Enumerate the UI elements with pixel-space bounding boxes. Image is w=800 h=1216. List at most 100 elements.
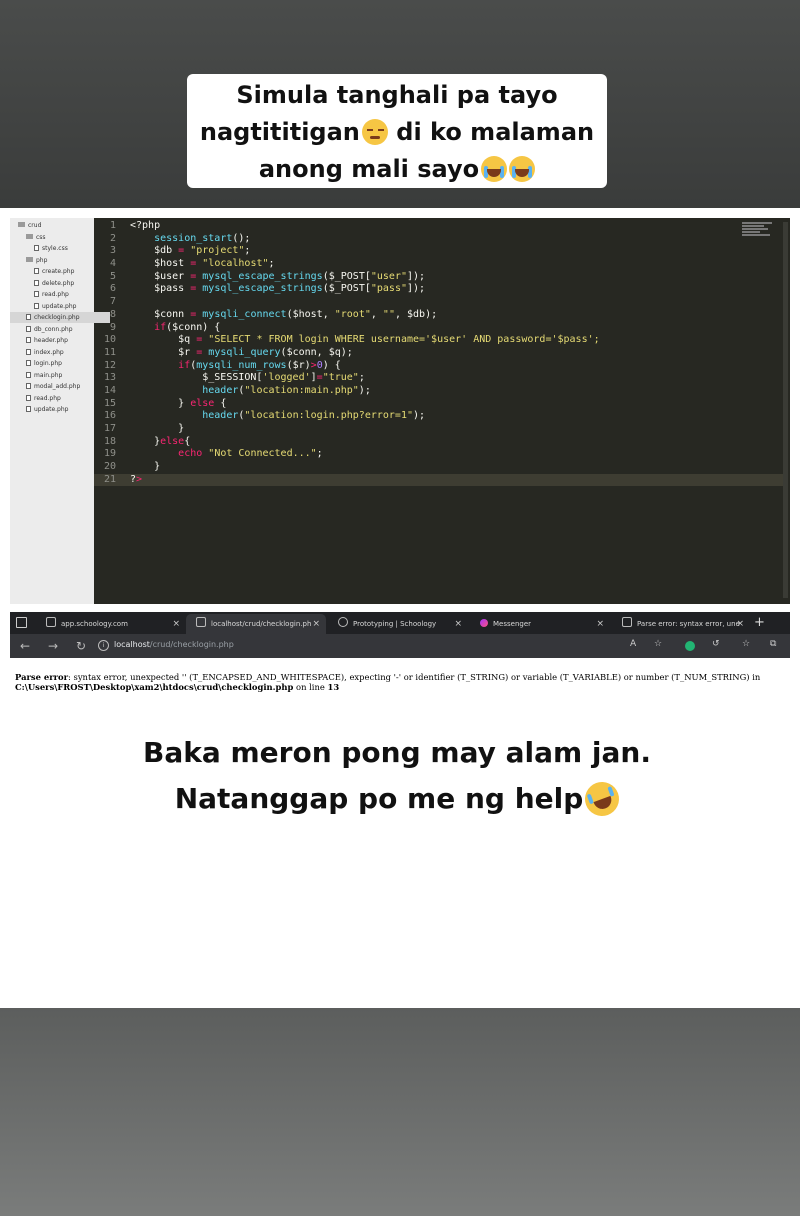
code-text: } bbox=[130, 461, 161, 473]
code-line[interactable]: 4 $host = "localhost"; bbox=[94, 258, 784, 271]
error-text: : syntax error, unexpected '' (T_ENCAPSE… bbox=[68, 672, 761, 682]
code-line[interactable]: 17 } bbox=[94, 423, 784, 436]
code-line[interactable]: 5 $user = mysql_escape_strings($_POST["u… bbox=[94, 271, 784, 284]
tree-item-label: php bbox=[36, 256, 48, 264]
tree-item-label: crud bbox=[28, 222, 42, 229]
line-number: 15 bbox=[103, 397, 116, 409]
editor-scrollbar[interactable] bbox=[783, 222, 788, 598]
code-text: } bbox=[130, 423, 185, 434]
code-text: $conn = mysqli_connect($host, "root", ""… bbox=[130, 308, 438, 320]
line-number: 9 bbox=[109, 321, 116, 333]
extension-icon[interactable] bbox=[685, 641, 695, 651]
close-tab-icon[interactable]: × bbox=[172, 614, 180, 634]
line-number: 16 bbox=[103, 410, 116, 422]
browser-window: app.schoology.com × localhost/crud/checklo… bbox=[10, 612, 790, 658]
code-line[interactable]: 11 $r = mysqli_query($conn, $q); bbox=[94, 347, 784, 360]
search-icon bbox=[622, 617, 632, 627]
tree-item-label: header.php bbox=[34, 337, 68, 344]
line-number: 8 bbox=[109, 308, 116, 320]
caption-top-line2-b: di ko malaman bbox=[387, 118, 595, 146]
minimap[interactable] bbox=[742, 222, 776, 244]
error-path: C:\Users\FROST\Desktop\xam2\htdocs\crud\… bbox=[15, 682, 294, 692]
favorite-add-icon[interactable]: ☆ bbox=[654, 639, 662, 649]
code-line[interactable]: 12 if(mysqli_num_rows($r)>0) { bbox=[94, 360, 784, 373]
tab-label: Parse error: syntax error, une bbox=[637, 620, 740, 628]
back-icon[interactable]: ← bbox=[20, 638, 30, 654]
file-icon bbox=[34, 268, 39, 274]
code-text: $host = "localhost"; bbox=[130, 258, 275, 270]
line-number: 5 bbox=[109, 270, 116, 282]
refresh-ext-icon[interactable]: ↺ bbox=[712, 639, 720, 649]
reload-icon[interactable]: ↻ bbox=[76, 638, 86, 654]
code-line[interactable]: 9 if($conn) { bbox=[94, 322, 784, 335]
close-tab-icon[interactable]: × bbox=[736, 614, 744, 634]
line-number: 7 bbox=[109, 296, 116, 308]
favorites-icon[interactable]: ☆ bbox=[742, 639, 750, 649]
code-area[interactable]: 1 <?php 2 session_start(); 3 $db = "project… bbox=[94, 220, 784, 600]
site-info-icon[interactable]: i bbox=[98, 640, 109, 651]
folder-icon bbox=[26, 233, 33, 239]
code-line[interactable]: 14 header("location:main.php"); bbox=[94, 385, 784, 398]
code-text: } else { bbox=[130, 397, 227, 409]
line-number: 21 bbox=[103, 473, 116, 485]
line-number: 13 bbox=[103, 372, 116, 384]
code-line[interactable]: 13 $_SESSION['logged']="true"; bbox=[94, 372, 784, 385]
url-field[interactable]: localhost/crud/checklogin.php bbox=[114, 640, 234, 649]
close-tab-icon[interactable]: × bbox=[596, 614, 604, 634]
crying-face-icon bbox=[481, 156, 508, 182]
read-aloud-icon[interactable]: A bbox=[630, 639, 636, 649]
tree-folder[interactable]: crud bbox=[10, 220, 102, 231]
line-number: 14 bbox=[103, 384, 116, 396]
new-tab-icon[interactable]: + bbox=[754, 614, 765, 632]
browser-tab[interactable]: Parse error: syntax error, une × bbox=[612, 614, 750, 634]
folder-icon bbox=[26, 256, 33, 262]
browser-tab[interactable]: Prototyping | Schoology × bbox=[328, 614, 468, 634]
close-tab-icon[interactable]: × bbox=[454, 614, 462, 634]
tree-item-label: checklogin.php bbox=[34, 314, 80, 321]
code-line[interactable]: 19 echo "Not Connected..."; bbox=[94, 448, 784, 461]
code-line[interactable]: 8 $conn = mysqli_connect($host, "root", … bbox=[94, 309, 784, 322]
window-menu-icon[interactable] bbox=[16, 617, 27, 628]
code-line[interactable]: 2 session_start(); bbox=[94, 233, 784, 246]
browser-tab[interactable]: localhost/crud/checklogin.ph × bbox=[186, 614, 326, 634]
code-line[interactable]: 3 $db = "project"; bbox=[94, 245, 784, 258]
caption-top: Simula tanghali pa tayo nagtititigan di … bbox=[187, 74, 607, 188]
code-line[interactable]: 20 } bbox=[94, 461, 784, 474]
code-text: $user = mysql_escape_strings($_POST["use… bbox=[130, 270, 426, 282]
code-line[interactable]: 10 $q = "SELECT * FROM login WHERE usern… bbox=[94, 334, 784, 347]
code-line[interactable]: 18 }else{ bbox=[94, 436, 784, 449]
caption-bottom: Baka meron pong may alam jan. Natanggap … bbox=[122, 730, 672, 830]
code-line[interactable]: 15 } else { bbox=[94, 398, 784, 411]
collections-icon[interactable]: ⧉ bbox=[770, 639, 776, 649]
forward-icon[interactable]: → bbox=[48, 638, 58, 654]
code-line[interactable]: 6 $pass = mysql_escape_strings($_POST["p… bbox=[94, 283, 784, 296]
code-text: if($conn) { bbox=[154, 321, 221, 333]
code-text: $r = mysqli_query($conn, $q); bbox=[130, 346, 353, 358]
tree-item-label: db_conn.php bbox=[34, 325, 73, 333]
tab-bar: app.schoology.com × localhost/crud/checklo… bbox=[10, 612, 790, 634]
code-text: ?> bbox=[130, 473, 143, 485]
line-number: 20 bbox=[103, 461, 116, 473]
line-number: 17 bbox=[103, 423, 116, 434]
code-text: if(mysqli_num_rows($r)>0) { bbox=[178, 359, 341, 371]
tree-item-label: index.php bbox=[34, 348, 64, 356]
line-number: 19 bbox=[103, 448, 116, 460]
close-tab-icon[interactable]: × bbox=[312, 614, 320, 634]
code-line[interactable]: 1 <?php bbox=[94, 220, 784, 233]
caption-top-line2: nagtititigan di ko malaman bbox=[187, 114, 607, 151]
error-label: Parse error bbox=[15, 672, 69, 682]
error-line-number: 13 bbox=[327, 682, 340, 692]
page-icon bbox=[196, 617, 206, 627]
line-number: 18 bbox=[103, 435, 116, 447]
bottom-background bbox=[0, 1008, 800, 1216]
code-editor: crud css style.css php create.php delete.php r… bbox=[10, 218, 790, 604]
browser-tab[interactable]: app.schoology.com × bbox=[36, 614, 186, 634]
file-icon bbox=[26, 383, 31, 389]
tab-label: localhost/crud/checklogin.ph bbox=[211, 620, 312, 628]
browser-tab[interactable]: Messenger × bbox=[470, 614, 610, 634]
file-tree-sidebar: crud css style.css php create.php delete.php r… bbox=[10, 218, 110, 604]
code-line[interactable]: 21 ?> bbox=[94, 473, 784, 487]
code-line[interactable]: 16 header("location:login.php?error=1"); bbox=[94, 410, 784, 423]
code-line[interactable]: 7 bbox=[94, 296, 784, 309]
line-number: 6 bbox=[109, 283, 116, 295]
